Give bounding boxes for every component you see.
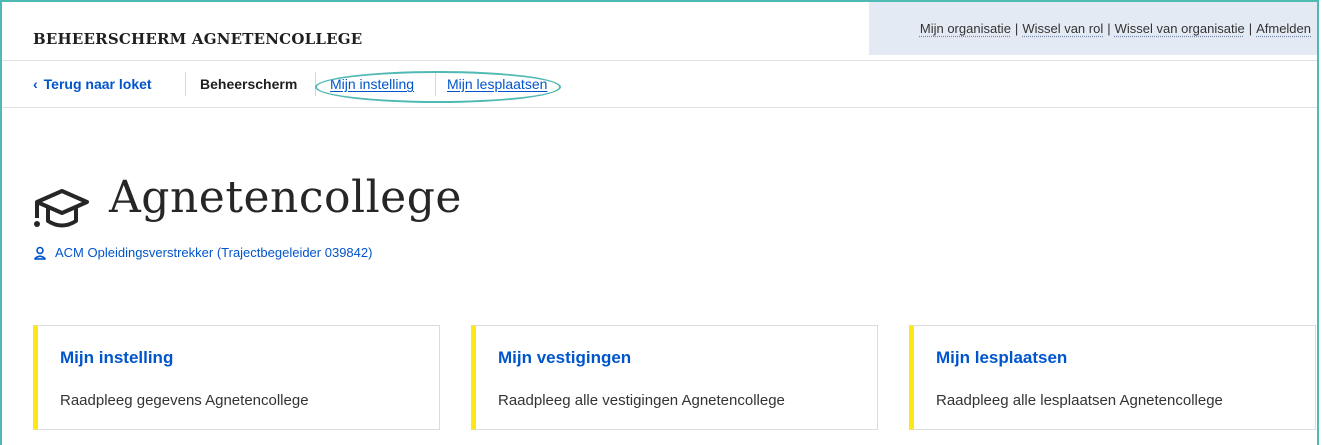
utility-links: Mijn organisatie | Wissel van rol | Wiss…: [869, 2, 1317, 55]
graduation-cap-icon: [34, 189, 89, 228]
separator: |: [1248, 21, 1253, 36]
sub-navigation: ‹ Terug naar loket Beheerscherm Mijn inst…: [2, 60, 1317, 107]
chevron-left-icon: ‹: [33, 76, 38, 92]
card-title[interactable]: Mijn vestigingen: [498, 348, 631, 368]
switch-role-link[interactable]: Wissel van rol: [1022, 21, 1103, 36]
back-label: Terug naar loket: [43, 76, 152, 92]
app-title: BEHEERSCHERM AGNETENCOLLEGE: [33, 30, 363, 48]
role-link[interactable]: ACM Opleidingsverstrekker (Trajectbegele…: [33, 245, 372, 260]
current-page-label: Beheerscherm: [200, 76, 298, 92]
switch-organisation-link[interactable]: Wissel van organisatie: [1115, 21, 1245, 36]
card-description: Raadpleeg alle vestigingen Agnetencolleg…: [498, 392, 785, 409]
separator: |: [1014, 21, 1019, 36]
role-label: ACM Opleidingsverstrekker (Trajectbegele…: [55, 245, 373, 260]
user-icon: [33, 246, 47, 260]
card-description: Raadpleeg gegevens Agnetencollege: [60, 392, 309, 409]
divider: [2, 107, 1317, 108]
back-to-portal-link[interactable]: ‹ Terug naar loket: [33, 76, 152, 92]
card-title[interactable]: Mijn instelling: [60, 348, 173, 368]
card-title[interactable]: Mijn lesplaatsen: [936, 348, 1067, 368]
card-description: Raadpleeg alle lesplaatsen Agnetencolleg…: [936, 392, 1223, 409]
card-my-branches[interactable]: Mijn vestigingen Raadpleeg alle vestigin…: [471, 325, 878, 430]
logout-link[interactable]: Afmelden: [1256, 21, 1311, 36]
organisation-name: Agnetencollege: [109, 172, 462, 223]
card-my-lesson-locations[interactable]: Mijn lesplaatsen Raadpleeg alle lesplaat…: [909, 325, 1316, 430]
separator: |: [1107, 21, 1111, 36]
header: BEHEERSCHERM AGNETENCOLLEGE Mijn organis…: [2, 2, 1317, 60]
card-my-institution[interactable]: Mijn instelling Raadpleeg gegevens Agnet…: [33, 325, 440, 430]
divider: [185, 72, 186, 96]
my-organisation-link[interactable]: Mijn organisatie: [920, 21, 1011, 36]
highlight-annotation: [315, 71, 561, 103]
